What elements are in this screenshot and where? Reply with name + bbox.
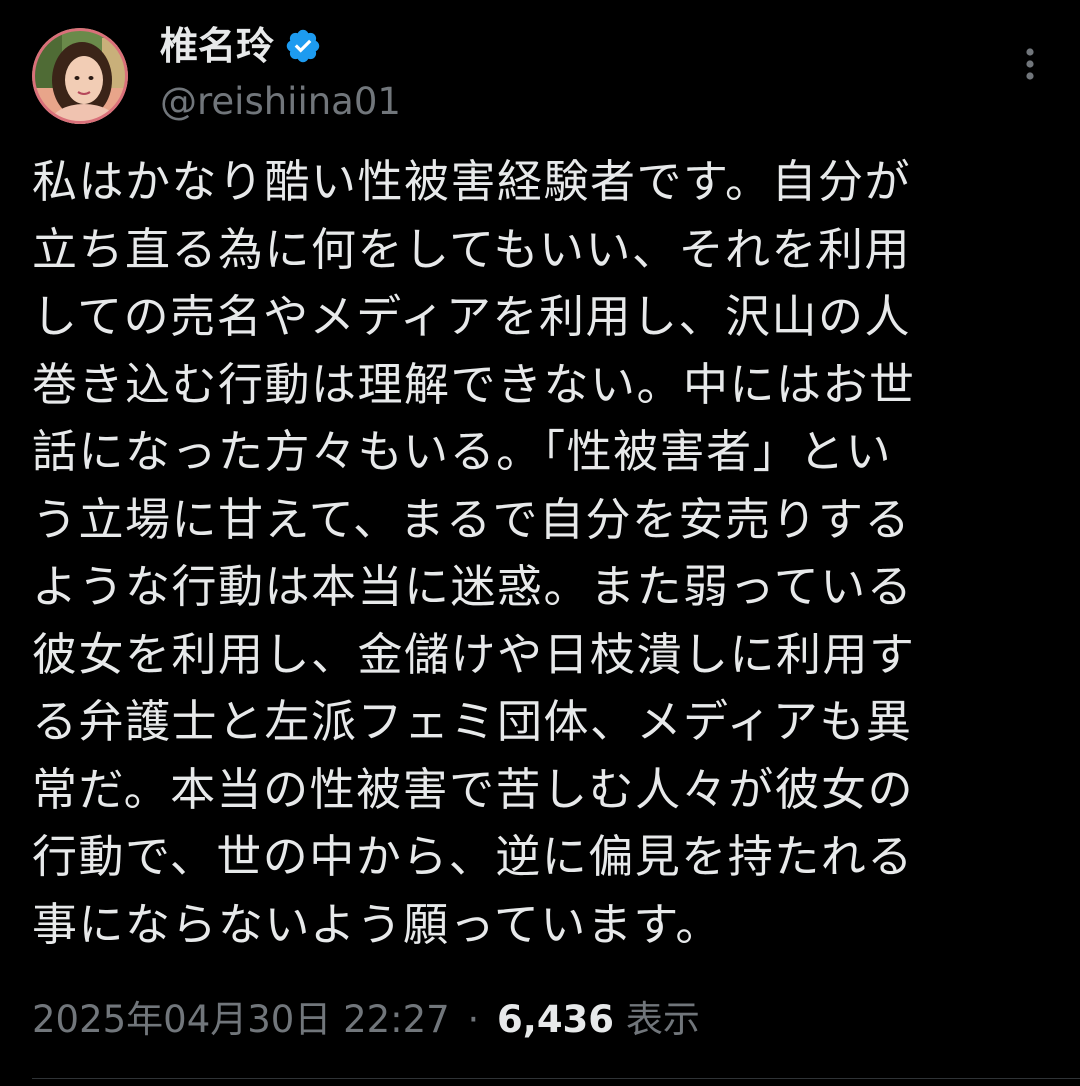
- meta-separator: ·: [467, 998, 480, 1041]
- tweet-text-line: 立ち直る為に何をしてもいい、それを利用: [32, 222, 912, 276]
- divider: [32, 1078, 1080, 1079]
- tweet-text-line: しての売名やメディアを利用し、沢山の人: [32, 290, 912, 343]
- timestamp[interactable]: 2025年04月30日 22:27: [32, 998, 450, 1041]
- more-vertical-icon[interactable]: [1010, 40, 1050, 88]
- tweet-text-line: 行動で、世の中から、逆に偏見を持たれる: [32, 830, 914, 883]
- tweet-text-line: 話になった方々もいる。「性被害者」とい: [32, 425, 893, 478]
- views-label: 表示: [625, 998, 700, 1041]
- verified-badge-icon: [286, 29, 320, 63]
- tweet-text-line: ような行動は本当に迷惑。また弱っている: [32, 560, 914, 613]
- tweet-meta: 2025年04月30日 22:27 · 6,436 表示: [32, 990, 700, 1050]
- views-count: 6,436: [497, 998, 615, 1041]
- tweet-text-line: 私はかなり酷い性被害経験者です。自分が: [32, 155, 912, 208]
- tweet-text-line: 常だ。本当の性被害で苦しむ人々が彼女の: [32, 762, 915, 816]
- tweet-text-line: 事にならないよう願っています。: [32, 897, 722, 951]
- tweet-text-line: る弁護士と左派フェミ団体、メディアも異: [32, 695, 913, 748]
- avatar[interactable]: [32, 28, 128, 124]
- tweet-text-line: 巻き込む行動は理解できない。中にはお世: [32, 357, 916, 411]
- avatar-image: [32, 28, 128, 124]
- user-handle[interactable]: @reishiina01: [160, 76, 401, 128]
- tweet-text-line: 彼女を利用し、金儲けや日枝潰しに利用す: [32, 627, 916, 681]
- display-name[interactable]: 椎名玲: [160, 18, 274, 74]
- tweet-text-line: う立場に甘えて、まるで自分を安売りする: [32, 492, 912, 546]
- name-row: 椎名玲: [160, 18, 322, 74]
- tweet-text: 私はかなり酷い性被害経験者です。自分が 立ち直る為に何をしてもいい、それを利用 …: [32, 148, 1032, 958]
- tweet-header: 椎名玲 @reishiina01: [0, 0, 1080, 140]
